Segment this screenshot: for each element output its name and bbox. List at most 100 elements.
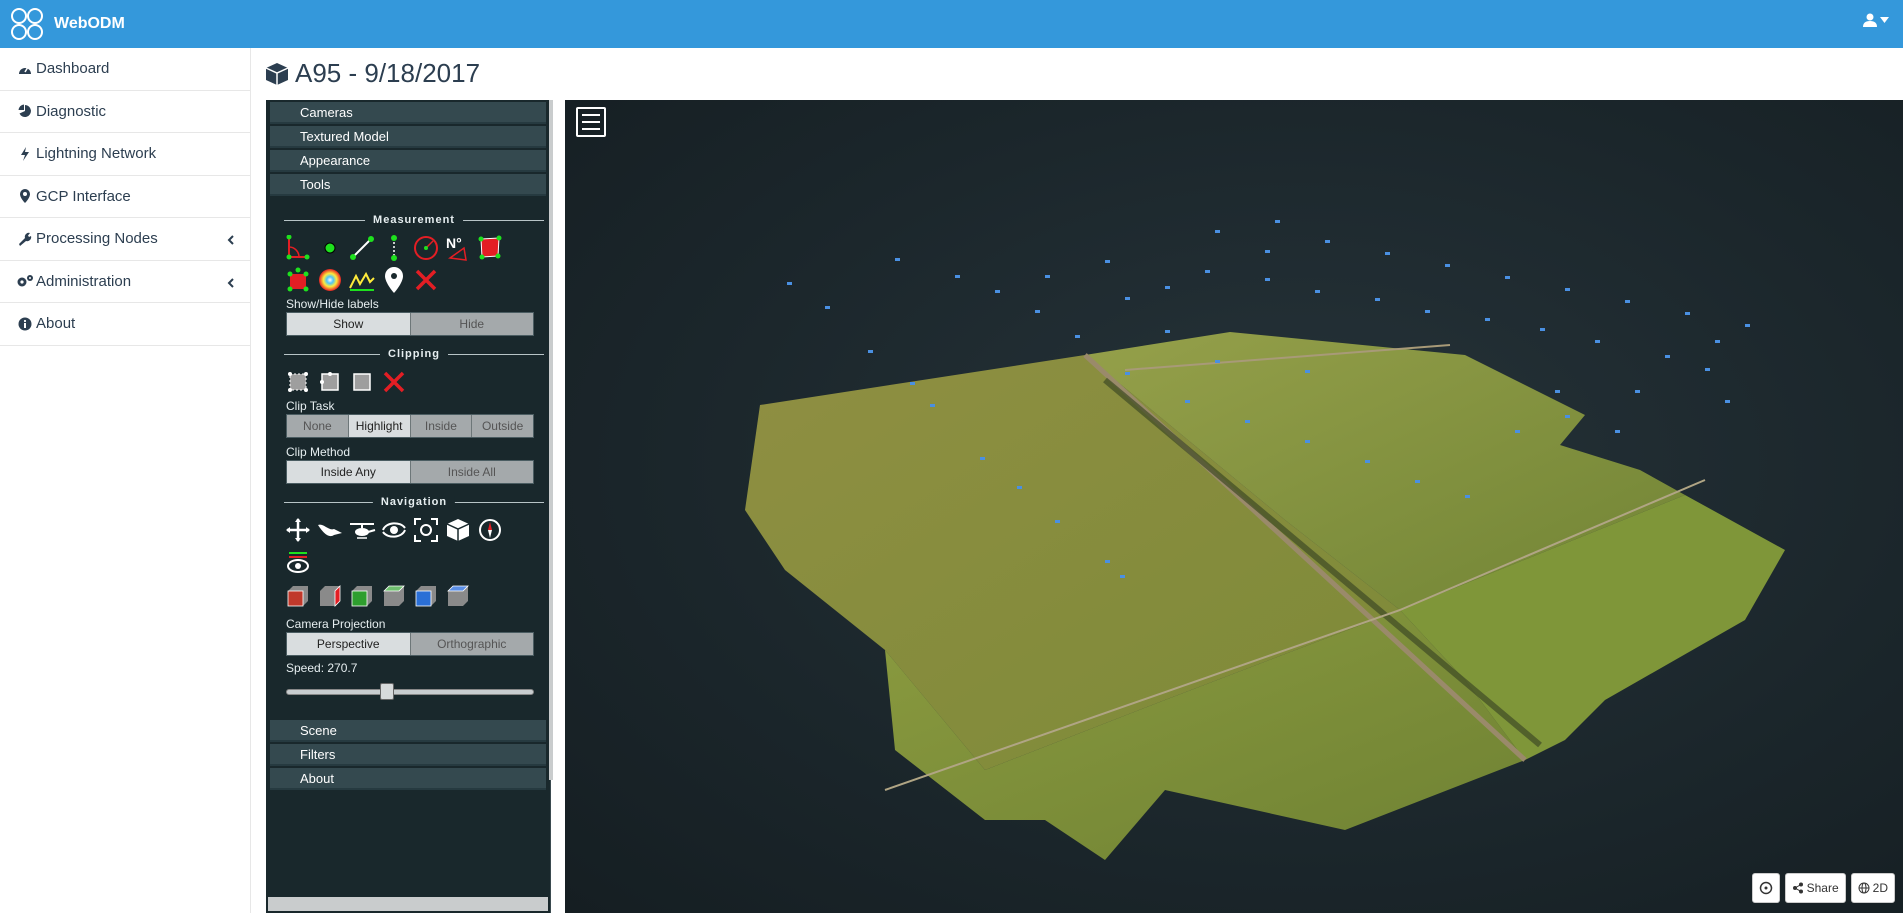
sidebar-item-label: Diagnostic: [36, 102, 107, 120]
top-view-icon[interactable]: [412, 582, 440, 610]
speed-label: Speed: 270.7: [286, 661, 358, 675]
accordion-about[interactable]: About: [270, 768, 546, 790]
clip-method-inside-all-button[interactable]: Inside All: [409, 461, 533, 483]
accordion-textured-model[interactable]: Textured Model: [270, 126, 546, 148]
panel-vertical-scrollbar[interactable]: [549, 100, 553, 780]
dashboard-icon: [16, 61, 34, 77]
sidebar-item-gcp-interface[interactable]: GCP Interface: [0, 176, 250, 218]
fly-controls-icon[interactable]: [316, 516, 344, 544]
share-icon: [1792, 882, 1803, 894]
right-view-icon[interactable]: [316, 582, 344, 610]
share-button[interactable]: Share: [1784, 873, 1846, 903]
earth-controls-icon[interactable]: [284, 516, 312, 544]
circle-measure-icon[interactable]: [412, 234, 440, 262]
clip-method-label: Clip Method: [286, 445, 351, 459]
svg-text:N°: N°: [446, 235, 462, 251]
accordion-appearance[interactable]: Appearance: [270, 150, 546, 172]
sidebar-item-processing-nodes[interactable]: Processing Nodes: [0, 218, 250, 261]
bottom-view-icon[interactable]: [444, 582, 472, 610]
orthographic-button[interactable]: Orthographic: [409, 633, 533, 655]
sidebar-item-label: About: [36, 315, 76, 333]
height-profile-icon[interactable]: [348, 266, 376, 294]
point-cloud-render: [745, 220, 1785, 860]
view-2d-button[interactable]: 2D: [1850, 873, 1895, 903]
clip-task-highlight-button[interactable]: Highlight: [347, 415, 410, 437]
page-title: A95 - 9/18/2017: [265, 58, 480, 89]
accordion-cameras[interactable]: Cameras: [270, 102, 546, 124]
sidebar-item-about[interactable]: About: [0, 303, 250, 346]
clip-method-group: Inside Any Inside All: [286, 460, 534, 484]
sidebar-item-dashboard[interactable]: Dashboard: [0, 48, 250, 91]
compass-icon[interactable]: [476, 516, 504, 544]
clip-task-none-button[interactable]: None: [287, 415, 348, 437]
front-view-icon[interactable]: [348, 582, 376, 610]
back-view-icon[interactable]: [380, 582, 408, 610]
annotation-icon[interactable]: [380, 266, 408, 294]
brand-name: WebODM: [54, 15, 125, 32]
sidebar-item-lightning-network[interactable]: Lightning Network: [0, 133, 250, 176]
clip-method-inside-any-button[interactable]: Inside Any: [287, 461, 410, 483]
user-menu-button[interactable]: [1863, 13, 1889, 27]
clip-task-outside-button[interactable]: Outside: [471, 415, 533, 437]
speed-slider[interactable]: [286, 682, 534, 700]
sidebar-item-label: Lightning Network: [36, 145, 157, 163]
globe-icon: [1858, 882, 1870, 894]
distance-measure-icon[interactable]: [348, 234, 376, 262]
accordion-scene[interactable]: Scene: [270, 720, 546, 742]
accordion-filters[interactable]: Filters: [270, 744, 546, 766]
orbit-controls-icon[interactable]: [380, 516, 408, 544]
camera-projection-group: Perspective Orthographic: [286, 632, 534, 656]
camera-projection-label: Camera Projection: [286, 617, 386, 631]
show-labels-button[interactable]: Show: [287, 313, 410, 335]
hide-labels-button[interactable]: Hide: [409, 313, 533, 335]
speed-slider-track: [286, 689, 534, 695]
camera-button[interactable]: [1751, 873, 1780, 903]
point-cloud-viewer[interactable]: Share 2D: [565, 100, 1903, 913]
remove-clipping-icon[interactable]: [380, 368, 408, 396]
sidebar-item-diagnostic[interactable]: Diagnostic: [0, 91, 250, 133]
wrench-icon: [16, 231, 34, 247]
point-measure-icon[interactable]: [316, 234, 344, 262]
sidebar-item-label: Dashboard: [36, 60, 110, 78]
sidebar-item-label: Administration: [36, 272, 132, 290]
potree-sidebar: Cameras Textured Model Appearance Tools …: [266, 100, 551, 913]
perspective-button[interactable]: Perspective: [287, 633, 410, 655]
clip-task-inside-button[interactable]: Inside: [409, 415, 472, 437]
angle-measure-icon[interactable]: [284, 234, 312, 262]
remove-measurements-icon[interactable]: [412, 266, 440, 294]
height-measure-icon[interactable]: [380, 234, 408, 262]
chevron-left-icon: [227, 275, 234, 292]
camera-animation-icon[interactable]: [284, 548, 312, 576]
viewer-menu-button[interactable]: [576, 107, 606, 137]
chevron-left-icon: [227, 232, 234, 249]
sidebar-item-administration[interactable]: Administration: [0, 261, 250, 303]
sphere-volume-icon[interactable]: [316, 266, 344, 294]
clip-polygon-icon[interactable]: [316, 368, 344, 396]
clip-screen-box-icon[interactable]: [348, 368, 376, 396]
sidebar-item-label: GCP Interface: [36, 187, 131, 205]
show-hide-labels-label: Show/Hide labels: [286, 297, 379, 311]
navigation-cube-icon[interactable]: [444, 516, 472, 544]
clipping-heading: Clipping: [284, 344, 544, 364]
bolt-icon: [16, 146, 34, 162]
accordion-tools[interactable]: Tools: [270, 174, 546, 196]
clip-task-group: None Highlight Inside Outside: [286, 414, 534, 438]
caret-down-icon: [1880, 17, 1889, 23]
show-hide-labels-toggle: Show Hide: [286, 312, 534, 336]
helicopter-controls-icon[interactable]: [348, 516, 376, 544]
clip-volume-icon[interactable]: [284, 368, 312, 396]
navigation-heading: Navigation: [284, 492, 544, 512]
area-measure-icon[interactable]: [476, 234, 504, 262]
page-title-text: A95 - 9/18/2017: [295, 58, 481, 88]
focus-icon[interactable]: [412, 516, 440, 544]
volume-measure-icon[interactable]: [284, 266, 312, 294]
azimuth-measure-icon[interactable]: N°: [444, 234, 472, 262]
speed-slider-thumb[interactable]: [379, 683, 394, 700]
panel-horizontal-scrollbar[interactable]: [266, 897, 550, 913]
scrollbar-thumb[interactable]: [268, 897, 548, 911]
cogs-icon: [16, 273, 34, 289]
brand[interactable]: WebODM: [8, 5, 125, 43]
left-view-icon[interactable]: [284, 582, 312, 610]
crosshair-icon: [1759, 881, 1772, 895]
top-navbar: WebODM: [0, 0, 1903, 48]
